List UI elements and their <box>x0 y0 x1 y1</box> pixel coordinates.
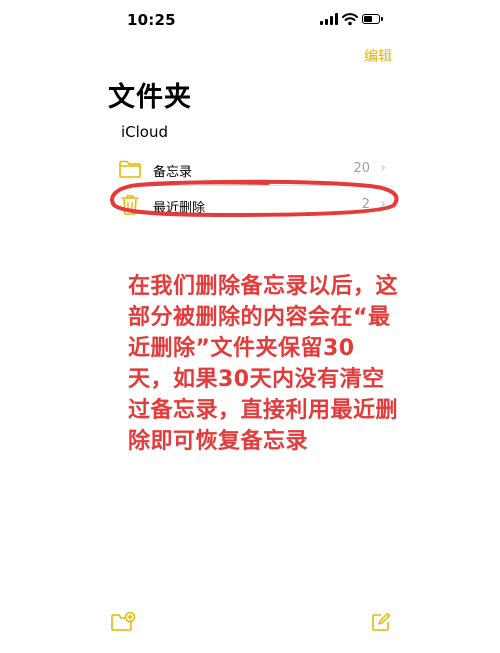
folder-icon <box>119 160 141 178</box>
battery-fill <box>364 16 372 22</box>
status-time: 10:25 <box>127 11 176 29</box>
highlight-ring <box>110 179 399 218</box>
page-title: 文件夹 <box>108 82 192 113</box>
new-folder-icon[interactable] <box>111 612 135 632</box>
annotation-text: 在我们删除备忘录以后，这部分被删除的内容会在“最近删除”文件夹保留30天，如果3… <box>128 274 399 454</box>
compose-icon[interactable] <box>371 612 391 632</box>
cellular-signal-icon <box>320 13 338 25</box>
wifi-icon <box>342 13 358 26</box>
battery-tip <box>381 17 383 21</box>
chevron-right-icon: › <box>380 160 386 176</box>
battery-icon <box>362 14 380 24</box>
folder-count: 20 <box>353 161 370 176</box>
folder-label: 备忘录 <box>153 165 193 180</box>
status-icons <box>320 13 383 27</box>
section-header-icloud: iCloud <box>121 123 169 141</box>
edit-button[interactable]: 编辑 <box>364 46 392 66</box>
